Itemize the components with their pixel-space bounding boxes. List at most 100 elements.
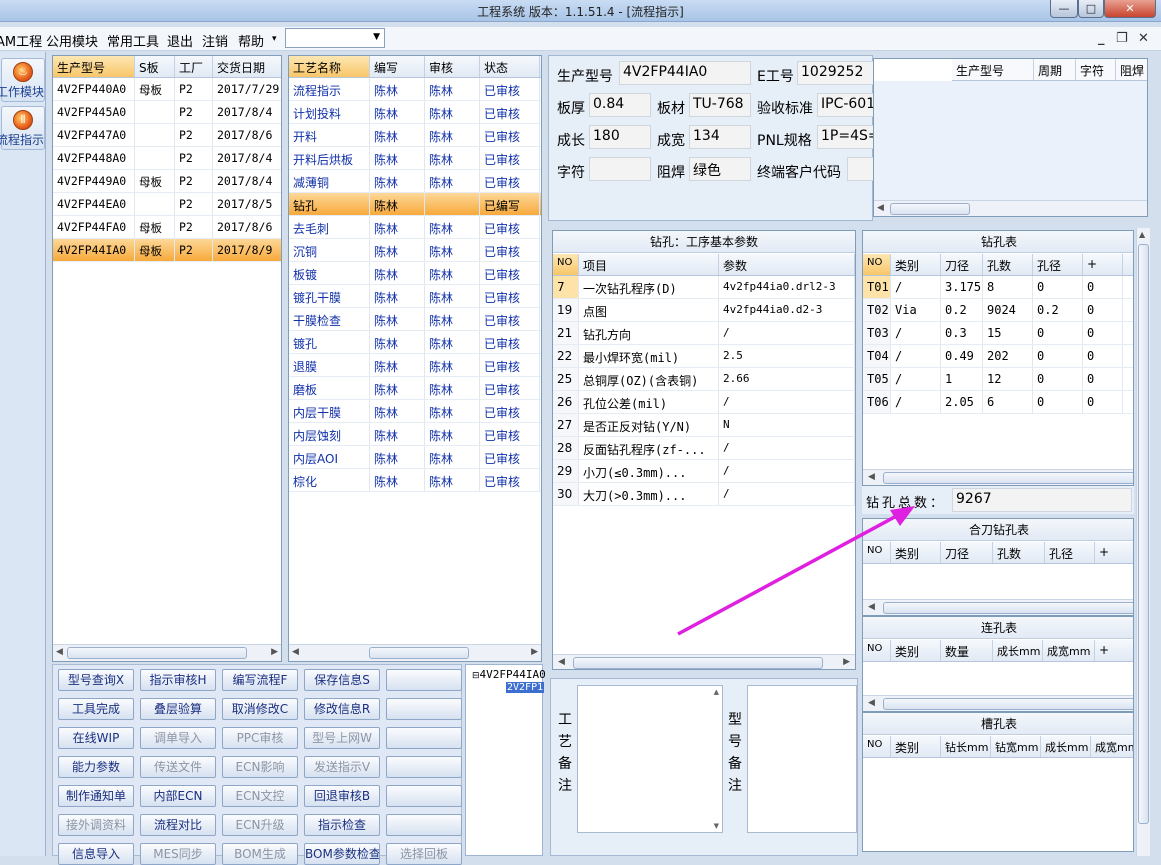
action-button[interactable] — [386, 814, 462, 836]
col-link-plus[interactable]: + — [1095, 640, 1133, 661]
action-button[interactable]: 内部ECN — [140, 785, 216, 807]
table-row[interactable]: 29 小刀(≤0.3mm)... / — [553, 460, 855, 483]
action-button[interactable]: BOM参数检查 — [304, 843, 380, 865]
col-status[interactable]: 状态 — [480, 56, 540, 77]
mask-field[interactable]: 绿色 — [689, 157, 751, 181]
table-row[interactable]: 4V2FP44FA0 母板 P2 2017/8/6 — [53, 216, 281, 239]
action-button[interactable]: ECN升级 — [222, 814, 298, 836]
table-row[interactable]: 30 大刀(>0.3mm)... / — [553, 483, 855, 506]
action-button[interactable]: 修改信息R — [304, 698, 380, 720]
menu-am-engineering[interactable]: AM工程 — [0, 31, 42, 50]
col-mini-char[interactable]: 字符 — [1076, 59, 1116, 80]
combo-drill-hscrollbar[interactable]: ◀ — [863, 599, 1133, 615]
col-link-no[interactable]: NO — [863, 640, 891, 661]
action-button[interactable]: 能力参数 — [58, 756, 134, 778]
col-drill-type[interactable]: 类别 — [891, 254, 941, 275]
menu-logout[interactable]: 注销 — [202, 31, 228, 50]
table-row[interactable]: 镀孔干膜 陈林 陈林 已审核 — [289, 285, 541, 308]
action-button[interactable]: 选择回板 — [386, 843, 462, 865]
col-drill-count[interactable]: 孔数 — [983, 254, 1033, 275]
char-field[interactable] — [589, 157, 651, 181]
col-reviewer[interactable]: 审核 — [425, 56, 480, 77]
action-button[interactable]: 信息导入 — [58, 843, 134, 865]
orders-hscrollbar[interactable]: ◀ ▶ — [53, 644, 281, 661]
col-slot-no[interactable]: NO — [863, 736, 891, 757]
thickness-field[interactable]: 0.84 — [589, 93, 651, 117]
close-button[interactable]: ✕ — [1104, 0, 1156, 18]
mdi-close-icon[interactable]: ✕ — [1138, 31, 1149, 46]
col-factory[interactable]: 工厂 — [175, 56, 213, 77]
table-row[interactable]: T04/0.49 202 0 0 — [863, 345, 1133, 368]
table-row[interactable]: 去毛刺 陈林 陈林 已审核 — [289, 216, 541, 239]
process-notes-textarea[interactable]: ▲ ▼ — [577, 685, 723, 833]
table-row[interactable]: 4V2FP447A0 P2 2017/8/6 — [53, 124, 281, 147]
table-row[interactable]: 计划投料 陈林 陈林 已审核 — [289, 101, 541, 124]
action-button[interactable]: BOM生成 — [222, 843, 298, 865]
link-holes-hscrollbar[interactable]: ◀ — [863, 695, 1133, 711]
action-button[interactable] — [386, 756, 462, 778]
col-link-type[interactable]: 类别 — [891, 640, 941, 661]
col-drill-tool[interactable]: 刀径 — [941, 254, 983, 275]
col-writer[interactable]: 编写 — [370, 56, 425, 77]
table-row[interactable]: 镀孔 陈林 陈林 已审核 — [289, 331, 541, 354]
col-delivery[interactable]: 交货日期 — [213, 56, 281, 77]
col-drill-plus[interactable]: + — [1083, 254, 1123, 275]
table-row[interactable]: 棕化 陈林 陈林 已审核 — [289, 469, 541, 492]
mini-grid-hscrollbar[interactable]: ◀ — [874, 200, 1147, 216]
process-hscrollbar[interactable]: ◀ ▶ — [289, 644, 541, 661]
drill-total-field[interactable]: 9267 — [952, 488, 1132, 512]
action-button[interactable] — [386, 727, 462, 749]
col-s-board[interactable]: S板 — [135, 56, 175, 77]
col-mini-mask[interactable]: 阻焊 — [1116, 59, 1147, 80]
table-row[interactable]: 退膜 陈林 陈林 已审核 — [289, 354, 541, 377]
table-row[interactable]: 28 反面钻孔程序(zf-... / — [553, 437, 855, 460]
table-row[interactable]: 22 最小焊环宽(mil) 2.5 — [553, 345, 855, 368]
action-button[interactable]: 型号上网W — [304, 727, 380, 749]
standard-field[interactable]: IPC-601 — [817, 93, 877, 117]
col-combo-count[interactable]: 孔数 — [993, 542, 1045, 563]
action-button[interactable]: ECN文控 — [222, 785, 298, 807]
action-button[interactable]: 指示检查 — [304, 814, 380, 836]
pnl-field[interactable]: 1P=4S= — [817, 125, 877, 149]
table-row[interactable]: 26 孔位公差(mil) / — [553, 391, 855, 414]
action-button[interactable]: 发送指示V — [304, 756, 380, 778]
table-row[interactable]: 开料后烘板 陈林 陈林 已审核 — [289, 147, 541, 170]
table-row[interactable]: 内层干膜 陈林 陈林 已审核 — [289, 400, 541, 423]
table-row[interactable]: 钻孔 陈林 已编写 — [289, 193, 541, 216]
width-field[interactable]: 134 — [689, 125, 751, 149]
mdi-minimize-icon[interactable]: _ — [1098, 31, 1105, 46]
mdi-restore-icon[interactable]: ❐ — [1116, 31, 1128, 46]
col-drill-no[interactable]: NO — [863, 254, 891, 275]
sidebar-item-flow[interactable]: ⦀ 流程指示 — [0, 106, 45, 150]
tree-child[interactable]: 2V2FP1 — [506, 682, 545, 693]
table-row[interactable]: 沉铜 陈林 陈林 已审核 — [289, 239, 541, 262]
col-combo-type[interactable]: 类别 — [891, 542, 941, 563]
col-no[interactable]: NO — [553, 254, 579, 275]
table-row[interactable]: 板镀 陈林 陈林 已审核 — [289, 262, 541, 285]
col-process-name[interactable]: 工艺名称 — [289, 56, 370, 77]
menu-exit[interactable]: 退出 — [167, 31, 193, 50]
action-button[interactable]: 指示审核H — [140, 669, 216, 691]
col-mini-cycle[interactable]: 周期 — [1034, 59, 1076, 80]
col-slot-drill-len[interactable]: 钻长mm — [941, 736, 991, 757]
action-button[interactable]: 传送文件 — [140, 756, 216, 778]
col-link-len[interactable]: 成长mm — [993, 640, 1043, 661]
table-row[interactable]: 27 是否正反对钻(Y/N) N — [553, 414, 855, 437]
overflow-chevron-icon[interactable]: ▾ — [272, 34, 277, 44]
col-model[interactable]: 生产型号 — [53, 56, 135, 77]
table-row[interactable]: 25 总铜厚(OZ)(含表铜) 2.66 — [553, 368, 855, 391]
table-row[interactable]: T03/0.3 15 0 0 — [863, 322, 1133, 345]
action-button[interactable]: 流程对比 — [140, 814, 216, 836]
col-slot-wid[interactable]: 成宽mm — [1091, 736, 1133, 757]
table-row[interactable]: 干膜检查 陈林 陈林 已审核 — [289, 308, 541, 331]
col-combo-no[interactable]: NO — [863, 542, 891, 563]
action-button[interactable]: 回退审核B — [304, 785, 380, 807]
table-row[interactable]: T01/3.175 8 0 0 — [863, 276, 1133, 299]
model-field[interactable]: 4V2FP44IA0 — [619, 61, 751, 85]
col-drill-size[interactable]: 孔径 — [1033, 254, 1083, 275]
table-row[interactable]: 内层AOI 陈林 陈林 已审核 — [289, 446, 541, 469]
table-row[interactable]: T02 Via 0.2 9024 0.2 0 — [863, 299, 1133, 322]
table-row[interactable]: 磨板 陈林 陈林 已审核 — [289, 377, 541, 400]
col-combo-tool[interactable]: 刀径 — [941, 542, 993, 563]
tree-root[interactable]: ⊟4V2FP44IA0 — [472, 668, 546, 681]
